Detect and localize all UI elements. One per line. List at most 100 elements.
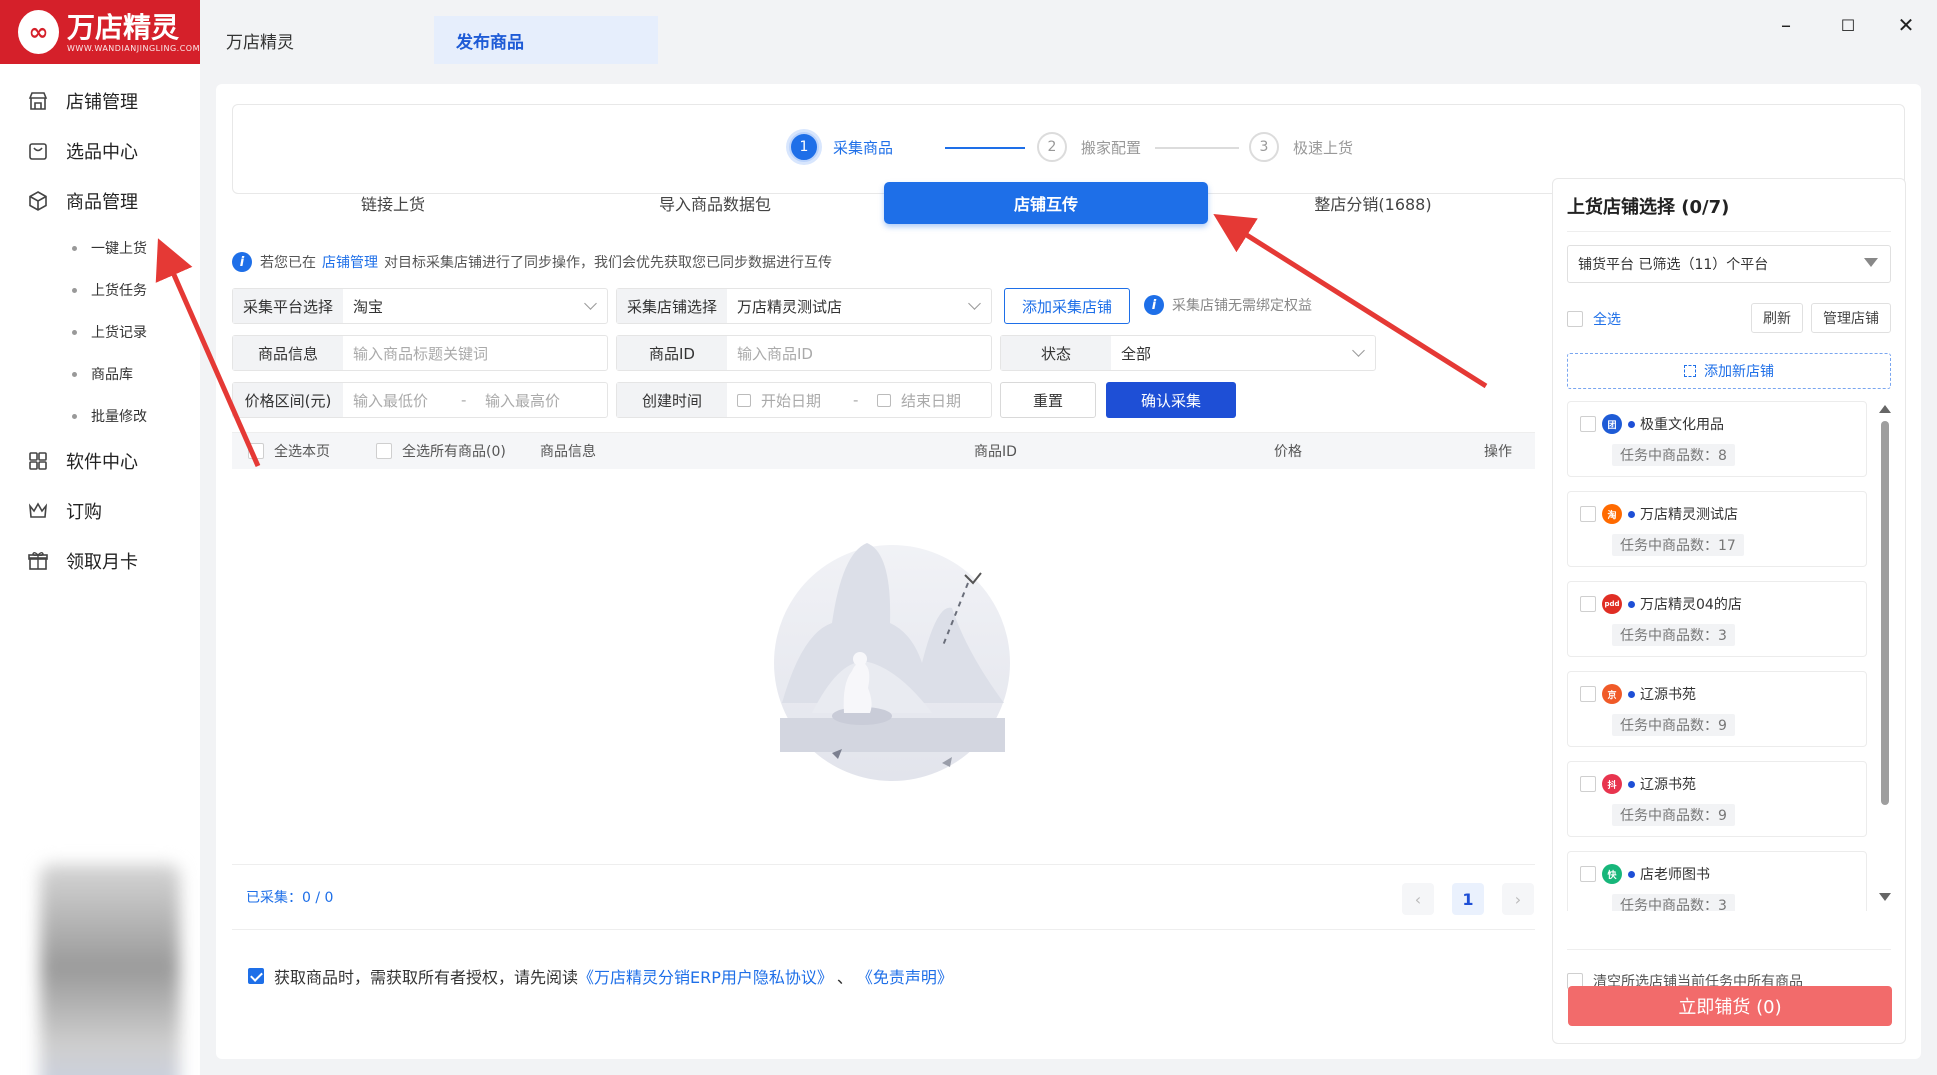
goods-info-input[interactable]: 输入商品标题关键词 <box>343 336 607 370</box>
logo-icon: ∞ <box>18 10 59 54</box>
manage-shops-button[interactable]: 管理店铺 <box>1811 303 1891 333</box>
goods-info-field[interactable]: 商品信息 输入商品标题关键词 <box>232 335 608 371</box>
filter-icon[interactable] <box>1864 258 1878 267</box>
sidebar-sub-label: 批量修改 <box>91 409 147 425</box>
shop-checkbox[interactable] <box>1580 686 1596 702</box>
add-new-shop-button[interactable]: 添加新店铺 <box>1567 353 1891 389</box>
next-page-button[interactable]: › <box>1502 883 1534 915</box>
platform-filter[interactable]: 铺货平台 已筛选（11）个平台 <box>1567 245 1891 283</box>
goods-id-input[interactable]: 输入商品ID <box>727 336 991 370</box>
list-item[interactable]: 淘 万店精灵测试店 任务中商品数：17 <box>1567 491 1867 567</box>
disclaimer-link[interactable]: 《免责声明》 <box>857 964 953 988</box>
select-all-label: 全选所有商品(0) <box>402 444 506 460</box>
scroll-up-icon[interactable] <box>1879 405 1891 413</box>
panel-title: 上货店铺选择 (0/7) <box>1567 197 1730 218</box>
scroll-down-icon[interactable] <box>1879 893 1891 901</box>
shop-name: 辽源书苑 <box>1640 777 1696 793</box>
shop-name: 极重文化用品 <box>1640 417 1724 433</box>
sidebar-sub-upload-records[interactable]: 上货记录 <box>72 320 147 344</box>
sidebar-sub-one-click-upload[interactable]: 一键上货 <box>72 236 147 260</box>
list-item[interactable]: pdd 万店精灵04的店 任务中商品数：3 <box>1567 581 1867 657</box>
tab-link-upload[interactable]: 链接上货 <box>232 182 554 224</box>
privacy-link[interactable]: 《万店精灵分销ERP用户隐私协议》 <box>578 964 833 988</box>
refresh-button[interactable]: 刷新 <box>1751 303 1803 333</box>
tab-whole-shop-1688[interactable]: 整店分销(1688) <box>1208 182 1538 224</box>
select-all-shops[interactable]: 全选 <box>1567 309 1621 329</box>
goods-id-label: 商品ID <box>617 336 727 370</box>
goods-info-label: 商品信息 <box>233 336 343 370</box>
select-all-checkbox[interactable]: 全选所有商品(0) <box>376 433 506 469</box>
shop-name: 店老师图书 <box>1640 867 1710 883</box>
goods-id-field[interactable]: 商品ID 输入商品ID <box>616 335 992 371</box>
bind-tip: i 采集店铺无需绑定权益 <box>1144 295 1312 315</box>
add-collect-shop-button[interactable]: 添加采集店铺 <box>1004 288 1130 324</box>
list-item[interactable]: 快 店老师图书 任务中商品数：3 <box>1567 851 1867 911</box>
tab-publish-goods[interactable]: 发布商品 <box>434 16 658 64</box>
shop-name: 万店精灵04的店 <box>1640 597 1742 613</box>
step-connector <box>945 147 1025 149</box>
platform-icon: pdd <box>1602 594 1622 614</box>
start-date-input[interactable]: 开始日期 <box>727 383 853 417</box>
step-number: 1 <box>789 132 819 162</box>
calendar-icon <box>877 393 891 407</box>
shop-checkbox[interactable] <box>1580 866 1596 882</box>
select-page-checkbox[interactable]: 全选本页 <box>248 433 330 469</box>
sidebar-item-shop-manage[interactable]: 店铺管理 <box>26 86 138 116</box>
step-label: 采集商品 <box>833 138 894 157</box>
platform-icon: 快 <box>1602 864 1622 884</box>
sidebar-item-goods-manage[interactable]: 商品管理 <box>26 186 138 216</box>
info-icon: i <box>1144 295 1164 315</box>
step-collect: 1 采集商品 <box>789 132 893 162</box>
sidebar-sub-goods-library[interactable]: 商品库 <box>72 362 133 386</box>
sidebar-sub-upload-tasks[interactable]: 上货任务 <box>72 278 147 302</box>
shop-manage-link[interactable]: 店铺管理 <box>322 252 378 272</box>
price-label: 价格区间(元) <box>233 383 343 417</box>
sidebar-item-selection-center[interactable]: 选品中心 <box>26 136 138 166</box>
tab-home[interactable]: 万店精灵 <box>204 16 432 64</box>
list-item[interactable]: 抖 辽源书苑 任务中商品数：9 <box>1567 761 1867 837</box>
grid-icon <box>26 449 50 473</box>
sidebar-item-label: 店铺管理 <box>66 92 138 113</box>
shop-task-count: 任务中商品数：3 <box>1612 894 1735 911</box>
tab-shop-transfer[interactable]: 店铺互传 <box>884 182 1208 224</box>
step-number: 3 <box>1249 132 1279 162</box>
confirm-collect-button[interactable]: 确认采集 <box>1106 382 1236 418</box>
shop-list: 团 极重文化用品 任务中商品数：8 淘 万店精灵测试店 任务中商品数：17 pd… <box>1567 401 1871 911</box>
tab-import-package[interactable]: 导入商品数据包 <box>554 182 876 224</box>
collect-shop-select[interactable]: 采集店铺选择 万店精灵测试店 <box>616 288 992 324</box>
shop-value: 万店精灵测试店 <box>727 289 991 323</box>
brand-name: 万店精灵 <box>67 10 180 44</box>
price-min-input[interactable]: 输入最低价 <box>343 383 461 417</box>
sidebar-sub-batch-edit[interactable]: 批量修改 <box>72 404 147 428</box>
list-item[interactable]: 京 辽源书苑 任务中商品数：9 <box>1567 671 1867 747</box>
prev-page-button[interactable]: ‹ <box>1402 883 1434 915</box>
minimize-icon[interactable]: – <box>1766 10 1806 40</box>
shop-label: 采集店铺选择 <box>617 289 727 323</box>
step-config: 2 搬家配置 <box>1037 132 1141 162</box>
avatar <box>40 864 180 1075</box>
upload-now-button[interactable]: 立即铺货 (0) <box>1568 986 1892 1026</box>
sidebar-item-monthly-card[interactable]: 领取月卡 <box>26 546 138 576</box>
sidebar-item-subscribe[interactable]: 订购 <box>26 496 102 526</box>
brand-url: WWW.WANDIANJINGLING.COM <box>67 43 200 53</box>
shop-checkbox[interactable] <box>1580 506 1596 522</box>
maximize-icon[interactable]: ☐ <box>1828 10 1868 40</box>
sidebar-item-software-center[interactable]: 软件中心 <box>26 446 138 476</box>
end-date-input[interactable]: 结束日期 <box>867 383 991 417</box>
close-icon[interactable]: ✕ <box>1886 10 1926 40</box>
page-number[interactable]: 1 <box>1452 883 1484 915</box>
sidebar-item-label: 软件中心 <box>66 452 138 473</box>
list-item[interactable]: 团 极重文化用品 任务中商品数：8 <box>1567 401 1867 477</box>
reset-button[interactable]: 重置 <box>1000 382 1096 418</box>
agreement-checkbox[interactable] <box>248 968 264 984</box>
select-page-label: 全选本页 <box>274 444 330 460</box>
shop-checkbox[interactable] <box>1580 416 1596 432</box>
shop-list-scrollbar[interactable] <box>1881 421 1889 805</box>
collected-count: 已采集：0 / 0 <box>246 890 334 906</box>
price-max-input[interactable]: 输入最高价 <box>475 383 607 417</box>
shop-checkbox[interactable] <box>1580 776 1596 792</box>
platform-select[interactable]: 采集平台选择 淘宝 <box>232 288 608 324</box>
step-connector <box>1155 147 1239 149</box>
shop-checkbox[interactable] <box>1580 596 1596 612</box>
status-select[interactable]: 状态 全部 <box>1000 335 1376 371</box>
